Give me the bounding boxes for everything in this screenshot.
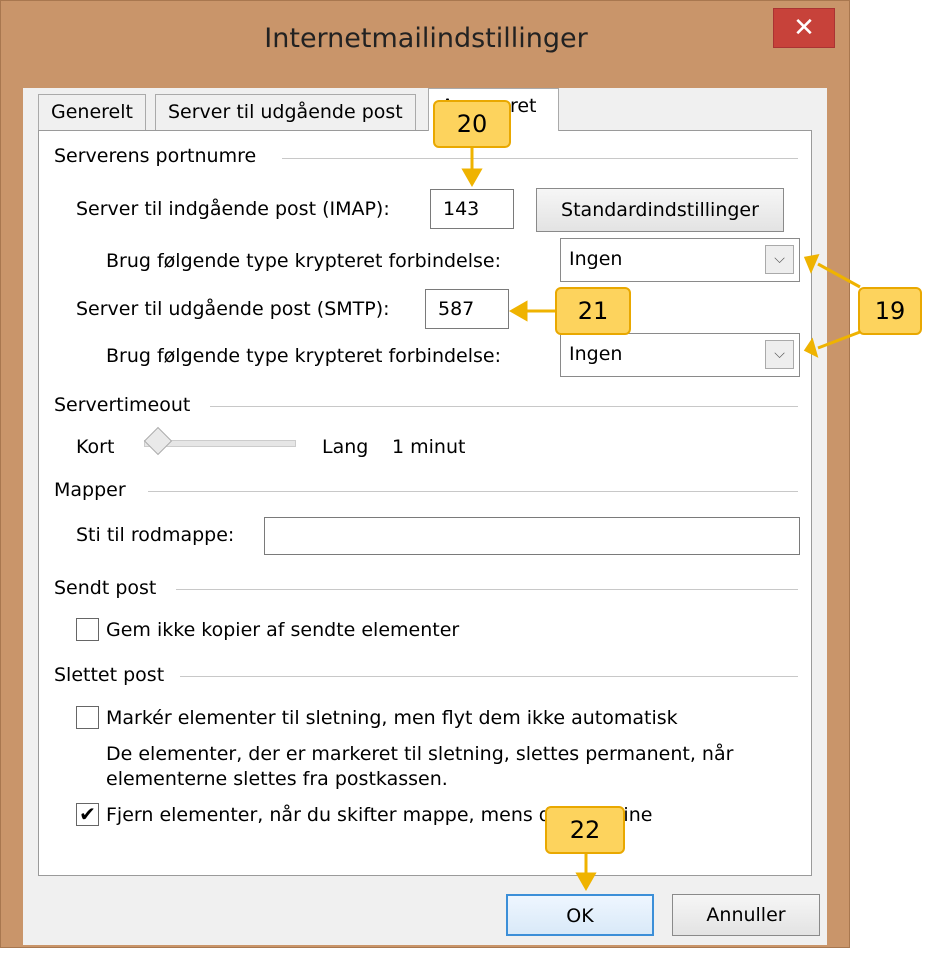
arrow-19b-head <box>803 337 819 358</box>
arrow-19a-head <box>803 254 820 274</box>
arrow-19a-line <box>817 262 861 289</box>
arrow-22-head <box>575 872 597 892</box>
callout-22: 22 <box>545 806 625 854</box>
arrow-21-head <box>508 300 528 322</box>
callout-20: 20 <box>433 100 511 148</box>
arrow-20-head <box>461 168 483 188</box>
callout-19: 19 <box>858 287 922 335</box>
callout-21: 21 <box>555 287 631 335</box>
arrow-19b-line <box>817 330 861 350</box>
